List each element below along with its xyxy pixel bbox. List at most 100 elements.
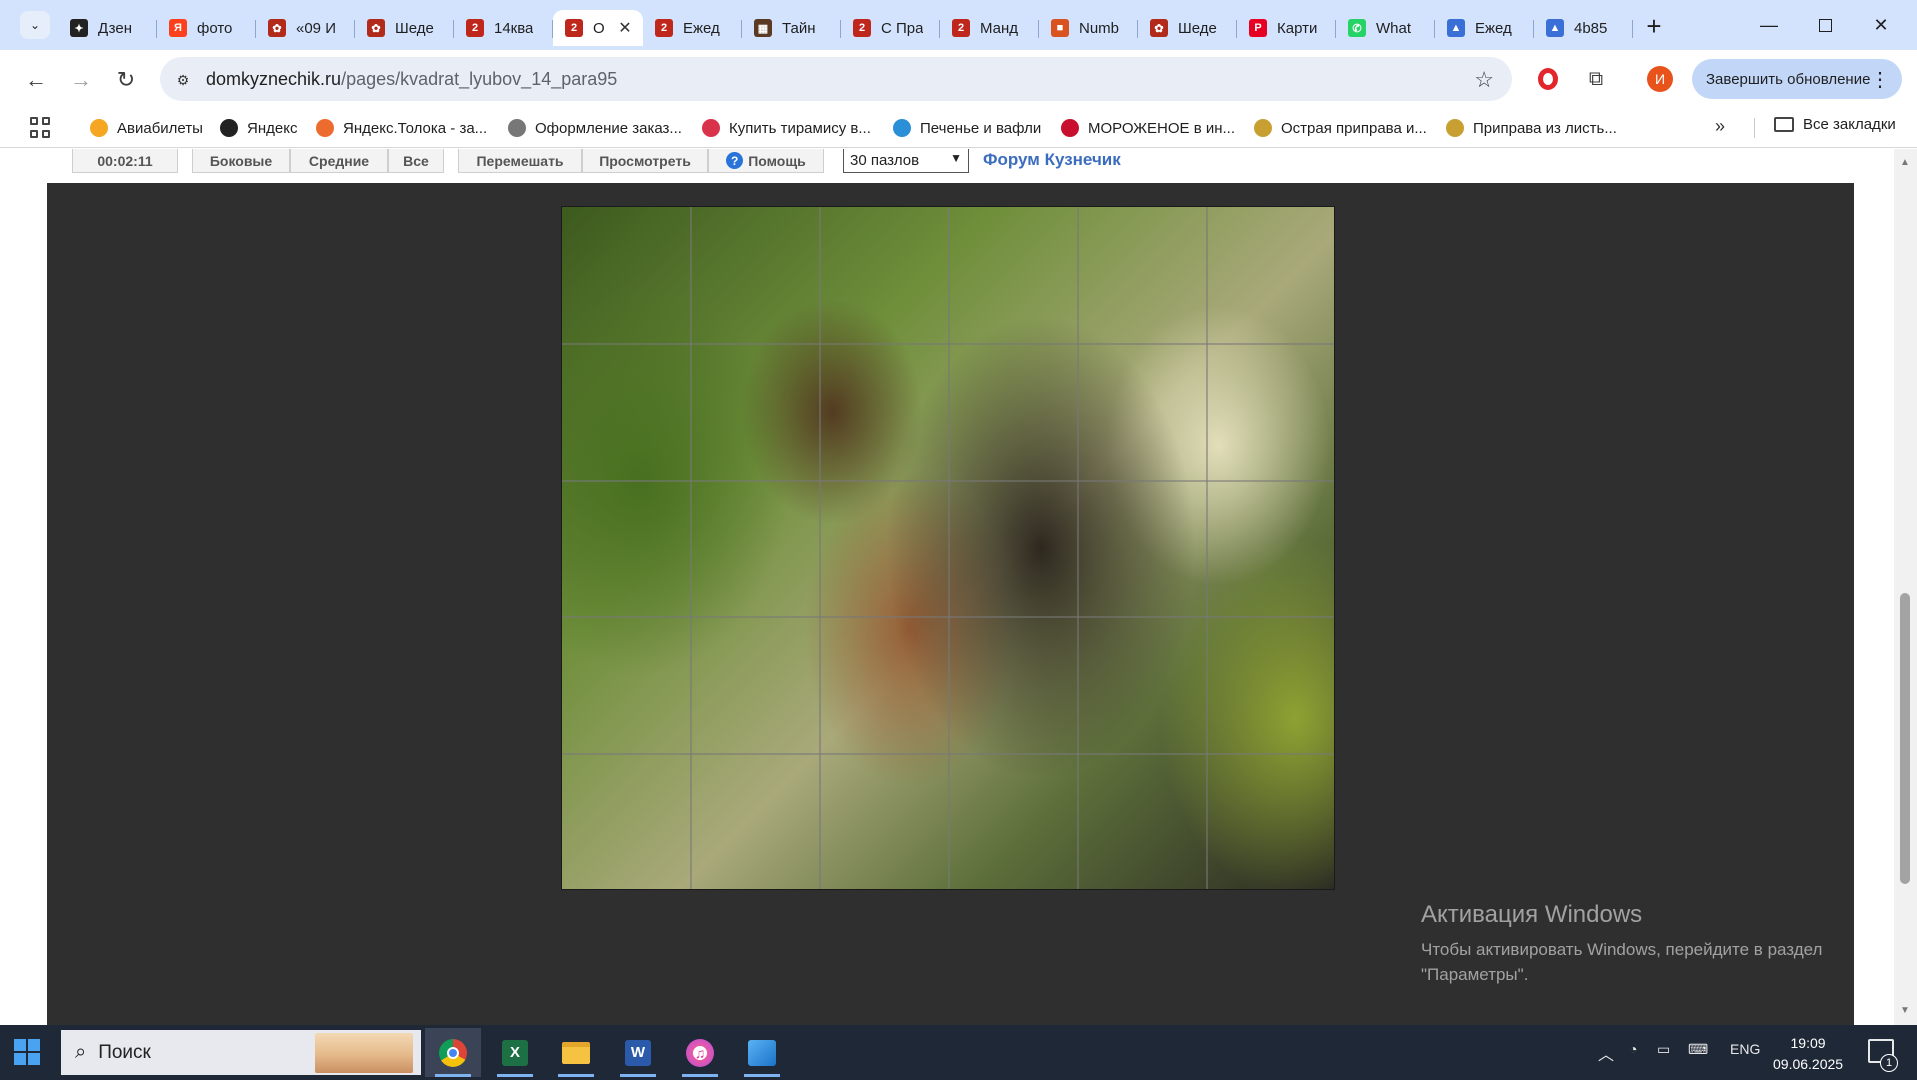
bookmark-item[interactable]: Авиабилеты (90, 116, 203, 140)
browser-tab[interactable]: 2 Ежед (643, 10, 742, 46)
bookmark-item[interactable]: Яндекс.Толока - за... (316, 116, 487, 140)
all-pieces-button[interactable]: Все (388, 149, 444, 173)
active-indicator (497, 1074, 533, 1077)
extensions-button[interactable]: ⧉ (1581, 64, 1611, 94)
puzzle-grid-line (562, 616, 1334, 619)
whatsapp-icon: ✆ (1348, 19, 1366, 37)
bookmark-star-icon[interactable]: ☆ (1474, 67, 1494, 93)
pieces-count-select[interactable]: 30 пазлов ▼ (843, 149, 969, 173)
windows-activation-watermark: Активация Windows Чтобы активировать Win… (1421, 901, 1822, 987)
taskbar-itunes[interactable]: ♫ (672, 1028, 728, 1077)
bookmark-item[interactable]: Приправа из листь... (1446, 116, 1617, 140)
reload-button[interactable]: ↻ (110, 64, 142, 96)
browser-tab[interactable]: 2 14ква (454, 10, 553, 46)
close-window-button[interactable]: ✕ (1858, 8, 1904, 42)
profile-avatar[interactable]: И (1647, 66, 1673, 92)
start-button[interactable] (14, 1039, 40, 1065)
preview-button[interactable]: Просмотреть (582, 149, 708, 173)
herb-icon (1446, 119, 1464, 137)
address-bar[interactable]: ⚙ domkyznechik.ru/pages/kvadrat_lyubov_1… (160, 57, 1512, 101)
taskbar-excel[interactable]: X (487, 1028, 543, 1077)
browser-tab[interactable]: ✆ What (1336, 10, 1435, 46)
activation-line-2: "Параметры". (1421, 965, 1529, 984)
apps-grid-icon[interactable] (30, 117, 52, 139)
back-button[interactable]: ← (20, 64, 52, 96)
tab-title: О (593, 19, 605, 37)
bookmark-item[interactable]: Яндекс (220, 116, 297, 140)
browser-tab[interactable]: ✿ Шеде (1138, 10, 1237, 46)
taskbar-chrome[interactable] (425, 1028, 481, 1077)
chevron-up-icon[interactable]: ︿ (1598, 1041, 1614, 1065)
numbers-icon: ■ (1051, 19, 1069, 37)
browser-tab[interactable]: ▦ Тайн (742, 10, 841, 46)
bookmark-label: Яндекс.Толока - за... (343, 119, 488, 137)
notification-count-badge: 1 (1880, 1054, 1898, 1072)
minimize-button[interactable]: — (1746, 8, 1792, 42)
maximize-button[interactable] (1802, 8, 1848, 42)
scroll-up-arrow-icon[interactable]: ▲ (1900, 157, 1910, 168)
system-clock[interactable]: 19:09 09.06.2025 (1773, 1033, 1843, 1075)
browser-tab[interactable]: ▲ Ежед (1435, 10, 1534, 46)
puzzle-board[interactable] (47, 183, 1854, 1025)
bookmark-item[interactable]: МОРОЖЕНОЕ в ин... (1061, 116, 1235, 140)
puzzle-grid-line (948, 207, 950, 889)
browser-tab[interactable]: 2 О ✕ (553, 10, 643, 46)
taskbar-word[interactable]: W (610, 1028, 666, 1077)
tab-search-button[interactable]: ⌄ (20, 11, 50, 39)
site-info-icon[interactable]: ⚙ (170, 67, 196, 93)
docs-icon: ▲ (1447, 19, 1465, 37)
page-scrollbar[interactable]: ▲ ▼ (1894, 149, 1917, 1025)
browser-tab[interactable]: Яфото (157, 10, 256, 46)
puzzle-grid-line (562, 479, 1334, 482)
bookmark-label: Авиабилеты (117, 119, 203, 137)
close-tab-icon[interactable]: ✕ (615, 18, 635, 38)
browser-tab[interactable]: ▲ 4b85 (1534, 10, 1633, 46)
bookmark-item[interactable]: Острая приправа и... (1254, 116, 1427, 140)
bookmark-item[interactable]: Оформление заказ... (508, 116, 682, 140)
browser-tab[interactable]: ✿ «09 И (256, 10, 355, 46)
browser-tab[interactable]: 2 Манд (940, 10, 1039, 46)
url-text[interactable]: domkyznechik.ru/pages/kvadrat_lyubov_14_… (206, 69, 617, 90)
chevron-double-right-icon: » (1715, 116, 1726, 136)
active-indicator (558, 1074, 594, 1077)
taskbar-search[interactable]: ⌕ Поиск (61, 1030, 421, 1075)
arrow-left-icon: ← (25, 67, 47, 92)
browser-tab[interactable]: ✦ Дзен (58, 10, 157, 46)
puzzle-grid-line (1206, 207, 1208, 889)
plane-icon (90, 119, 108, 137)
pinterest-icon: P (1249, 19, 1267, 37)
puzzle-assembled-image[interactable] (561, 206, 1335, 890)
chevron-down-icon: ⌄ (29, 18, 41, 32)
page-content: 00:02:11 Боковые Средние Все Перемешать … (0, 149, 1917, 1025)
network-icon[interactable]: ◔ (1629, 1041, 1637, 1057)
taskbar-photos[interactable] (734, 1028, 790, 1077)
browser-tab[interactable]: 2 С Пра (841, 10, 940, 46)
bookmark-item[interactable]: Печенье и вафли (893, 116, 1041, 140)
keyboard-icon[interactable]: ⌨ (1688, 1041, 1708, 1058)
scroll-down-arrow-icon[interactable]: ▼ (1900, 1005, 1910, 1016)
help-button[interactable]: ? Помощь (708, 149, 824, 173)
new-tab-button[interactable]: + (1640, 11, 1668, 41)
all-bookmarks-button[interactable]: Все закладки (1774, 116, 1896, 133)
clock-time: 19:09 (1790, 1035, 1826, 1051)
language-indicator[interactable]: ENG (1730, 1041, 1760, 1057)
close-icon: ✕ (1873, 14, 1889, 35)
edge-pieces-button[interactable]: Боковые (192, 149, 290, 173)
more-bookmarks-button[interactable]: » (1715, 116, 1725, 137)
battery-icon[interactable]: ▭ (1657, 1041, 1670, 1058)
tab-title: Шеде (1178, 19, 1217, 37)
forum-link[interactable]: Форум Кузнечик (983, 150, 1121, 170)
puzzle-badge-icon: 2 (655, 19, 673, 37)
opera-extension-button[interactable] (1533, 64, 1563, 94)
bookmark-label: Купить тирамису в... (729, 119, 871, 137)
bookmark-item[interactable]: Купить тирамису в... (702, 116, 871, 140)
scrollbar-thumb[interactable] (1900, 593, 1910, 884)
browser-tab[interactable]: ✿ Шеде (355, 10, 454, 46)
middle-pieces-button[interactable]: Средние (290, 149, 388, 173)
shuffle-button[interactable]: Перемешать (458, 149, 582, 173)
browser-tab[interactable]: ■ Numb (1039, 10, 1138, 46)
taskbar-file-explorer[interactable] (548, 1028, 604, 1077)
update-button[interactable]: Завершить обновление ⋮ (1692, 59, 1902, 99)
browser-tab[interactable]: P Карти (1237, 10, 1336, 46)
forward-button[interactable]: → (65, 64, 97, 96)
